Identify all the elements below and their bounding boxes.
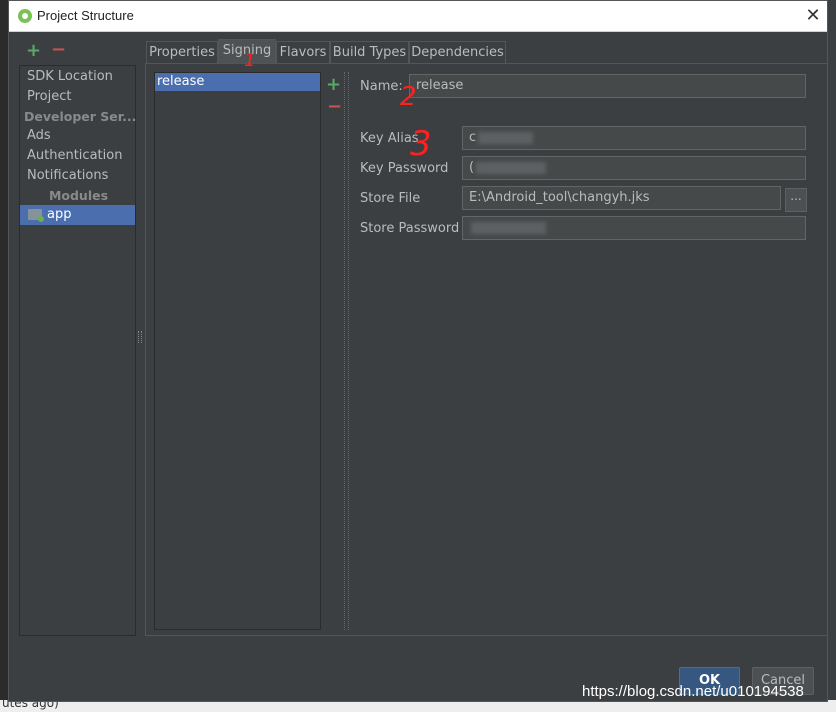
store-password-label: Store Password [360, 221, 460, 236]
remove-icon[interactable]: − [51, 39, 66, 60]
sidebar-item-authentication[interactable]: Authentication [27, 148, 122, 163]
splitter-handle[interactable] [138, 331, 142, 343]
add-config-icon[interactable]: + [326, 74, 341, 95]
name-label: Name: [360, 79, 403, 94]
annotation-3: 3 [410, 124, 432, 164]
signing-config-release: release [157, 74, 205, 89]
name-field-value: release [416, 78, 464, 93]
tab-dependencies[interactable]: Dependencies [409, 41, 506, 64]
tab-flavors[interactable]: Flavors [276, 41, 330, 64]
browse-button[interactable]: ... [785, 188, 807, 212]
sidebar-item-ads[interactable]: Ads [27, 128, 51, 143]
name-field[interactable]: release [409, 74, 806, 98]
tab-properties[interactable]: Properties [146, 41, 218, 64]
annotation-2: 2 [400, 82, 417, 112]
title-bar[interactable]: Project Structure ✕ [9, 1, 827, 32]
remove-config-icon[interactable]: − [327, 96, 342, 117]
key-password-field[interactable]: ( [462, 156, 806, 180]
key-password-label: Key Password [360, 161, 449, 176]
annotation-1: 1 [244, 50, 256, 71]
signing-panel: release + − Name: release Key Alias c Ke… [145, 50, 828, 636]
sidebar-item-app[interactable]: app [20, 205, 135, 225]
developer-services-header: Developer Ser... [24, 109, 137, 124]
sidebar-item-notifications[interactable]: Notifications [27, 168, 108, 183]
sidebar: SDK Location Project Developer Ser... Ad… [19, 65, 136, 636]
list-item[interactable]: release [155, 73, 320, 91]
android-studio-icon [18, 9, 32, 23]
redacted-blur [476, 161, 547, 174]
close-button[interactable]: ✕ [801, 3, 825, 29]
sidebar-item-sdk-location[interactable]: SDK Location [27, 69, 113, 84]
store-file-value: E:\Android_tool\changyh.jks [469, 190, 650, 205]
watermark: https://blog.csdn.net/u010194538 [582, 683, 804, 700]
key-alias-field[interactable]: c [462, 126, 806, 150]
store-password-field[interactable] [462, 216, 806, 240]
signing-config-list: release [154, 72, 321, 630]
panel-divider[interactable] [344, 72, 349, 630]
sidebar-item-project[interactable]: Project [27, 89, 71, 104]
sidebar-item-app-label: app [47, 207, 72, 222]
tab-build-types[interactable]: Build Types [330, 41, 409, 64]
window-title: Project Structure [37, 8, 134, 23]
redacted-blur [478, 131, 534, 144]
project-structure-dialog: Project Structure ✕ + − SDK Location Pro… [8, 0, 828, 702]
modules-header: Modules [48, 188, 109, 203]
module-folder-icon [28, 209, 44, 222]
key-alias-value: c [469, 130, 477, 145]
key-password-value: ( [469, 160, 475, 175]
store-file-label: Store File [360, 191, 421, 206]
store-file-field[interactable]: E:\Android_tool\changyh.jks [462, 186, 781, 210]
redacted-blur [471, 221, 546, 234]
add-icon[interactable]: + [26, 40, 41, 61]
